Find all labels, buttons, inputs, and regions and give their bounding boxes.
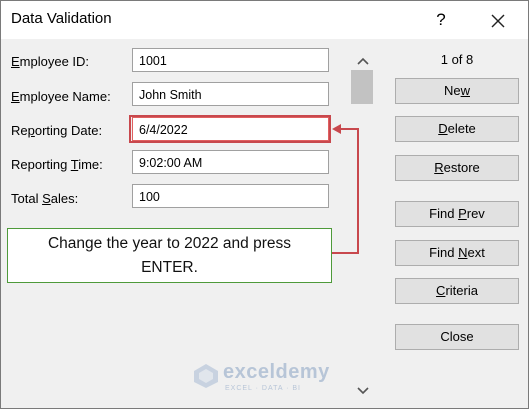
delete-button[interactable]: Delete (395, 116, 519, 142)
close-icon[interactable] (485, 8, 511, 34)
employee-id-field[interactable]: 1001 (132, 48, 329, 72)
employee-name-label: Employee Name: (11, 89, 111, 104)
total-sales-label: Total Sales: (11, 191, 79, 206)
find-next-button[interactable]: Find Next (395, 240, 519, 266)
exceldemy-logo-icon (193, 363, 219, 394)
callout-line-2: ENTER. (141, 259, 198, 276)
chevron-down-icon[interactable] (348, 380, 378, 402)
reporting-date-field[interactable]: 6/4/2022 (132, 117, 329, 141)
reporting-time-label: Reporting Time: (11, 157, 103, 172)
record-scrollbar[interactable] (348, 46, 378, 406)
employee-name-field[interactable]: John Smith (132, 82, 329, 106)
find-prev-button[interactable]: Find Prev (395, 201, 519, 227)
watermark-name: exceldemy (223, 361, 330, 383)
exceldemy-watermark: exceldemy EXCEL · DATA · BI (193, 359, 343, 399)
scroll-thumb[interactable] (351, 70, 373, 104)
reporting-date-label: Reporting Date: (11, 123, 103, 138)
title-bar: Data Validation ? (1, 1, 528, 39)
restore-button[interactable]: Restore (395, 155, 519, 181)
watermark-tagline: EXCEL · DATA · BI (225, 385, 301, 392)
window-title: Data Validation (11, 10, 112, 27)
chevron-up-icon[interactable] (348, 50, 378, 72)
data-validation-dialog: Data Validation ? Employee ID: 1001 Empl… (0, 0, 529, 409)
close-button[interactable]: Close (395, 324, 519, 350)
new-button[interactable]: New (395, 78, 519, 104)
help-button[interactable]: ? (429, 8, 453, 32)
employee-id-label: Employee ID: (11, 54, 90, 69)
instruction-callout: Change the year to 2022 and press ENTER. (7, 228, 332, 283)
record-counter: 1 of 8 (440, 52, 474, 67)
criteria-button[interactable]: Criteria (395, 278, 519, 304)
callout-line-1: Change the year to 2022 and press (47, 235, 291, 252)
reporting-time-field[interactable]: 9:02:00 AM (132, 150, 329, 174)
total-sales-field[interactable]: 100 (132, 184, 329, 208)
